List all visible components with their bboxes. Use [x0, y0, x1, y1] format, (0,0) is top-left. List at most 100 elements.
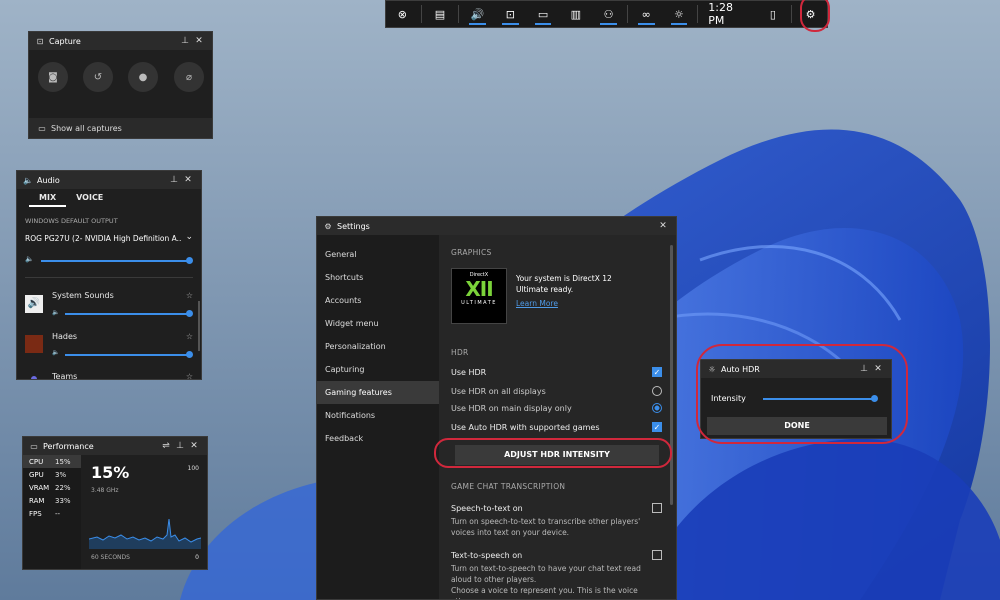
chevron-down-icon[interactable]: ⌄ [185, 232, 193, 242]
stat-vram[interactable]: VRAM 22% [23, 481, 81, 494]
audio-tabs: MIX VOICE [17, 189, 201, 207]
speech-to-text-checkbox[interactable] [652, 503, 662, 513]
show-all-captures-link[interactable]: ▭ Show all captures [29, 118, 212, 138]
adjust-hdr-highlight-circle [434, 438, 672, 468]
mic-toggle-button[interactable]: ⌀ [174, 62, 204, 92]
app-volume-knob[interactable] [186, 310, 193, 317]
stat-value: 15% [55, 457, 71, 466]
app-name: System Sounds [52, 291, 114, 300]
pin-icon[interactable]: ⊥ [178, 36, 192, 46]
app-name: Hades [52, 332, 78, 341]
close-icon[interactable]: ✕ [656, 221, 670, 231]
stat-fps[interactable]: FPS -- [23, 507, 81, 520]
auto-hdr-checkbox[interactable]: ✓ [652, 422, 662, 432]
performance-title: Performance [43, 441, 94, 451]
screenshot-button[interactable]: ◙ [38, 62, 68, 92]
dx-logo-bottom: ULTIMATE [461, 300, 497, 306]
resources-widget-button[interactable]: ▥ [559, 1, 592, 27]
text-to-speech-label: Text-to-speech on [451, 550, 523, 560]
scrollbar[interactable] [670, 245, 673, 505]
cpu-usage-graph [89, 518, 201, 549]
text-to-speech-row: Text-to-speech on [451, 550, 662, 560]
settings-titlebar: ⚙ Settings ✕ [317, 217, 676, 235]
record-last-30-button[interactable]: ↺ [83, 62, 113, 92]
settings-icon: ⚙ [324, 221, 332, 231]
auto-hdr-button[interactable]: ☼ [663, 1, 696, 27]
favorite-star-icon[interactable]: ☆ [186, 291, 193, 300]
nav-notifications[interactable]: Notifications [317, 404, 439, 427]
text-to-speech-checkbox[interactable] [652, 550, 662, 560]
looking-for-group-button[interactable]: ∞ [630, 1, 663, 27]
nav-general[interactable]: General [317, 243, 439, 266]
tab-voice[interactable]: VOICE [66, 189, 113, 207]
volume-icon: 🔈 [25, 255, 34, 263]
text-to-speech-desc-2: Choose a voice to represent you. This is… [451, 586, 638, 599]
stat-label: RAM [29, 496, 45, 505]
capture-icon: ⊡ [505, 7, 515, 21]
stat-label: FPS [29, 509, 42, 518]
nav-shortcuts[interactable]: Shortcuts [317, 266, 439, 289]
stat-value: 22% [55, 483, 71, 492]
divider [791, 5, 793, 23]
tab-mix[interactable]: MIX [29, 189, 67, 207]
xbox-button[interactable]: ⊗ [386, 1, 419, 27]
record-last-icon: ↺ [93, 71, 103, 83]
capture-widget: ⊡ Capture ⊥ ✕ ◙ ↺ ● ⌀ ▭ Show all capture… [28, 31, 213, 139]
volume-icon: 🔈 [52, 309, 60, 316]
master-volume-knob[interactable] [186, 257, 193, 264]
nav-widget-menu[interactable]: Widget menu [317, 312, 439, 335]
stat-gpu[interactable]: GPU 3% [23, 468, 81, 481]
xbox-social-button[interactable]: ⚇ [592, 1, 625, 27]
audio-widget-button[interactable]: 🔊 [461, 1, 494, 27]
performance-widget: ▭ Performance ⇌ ⊥ ✕ CPU 15% GPU 3% VRAM 22%… [22, 436, 208, 570]
app-volume-slider[interactable] [65, 313, 189, 315]
favorite-star-icon[interactable]: ☆ [186, 372, 193, 379]
close-icon[interactable]: ✕ [187, 441, 201, 451]
output-device-select[interactable]: ROG PG27U (2- NVIDIA High Definition A..… [25, 234, 181, 243]
close-icon[interactable]: ✕ [181, 175, 195, 185]
gallery-icon: ▭ [38, 123, 46, 133]
scrollbar[interactable] [198, 301, 200, 351]
auto-hdr-icon: ☼ [674, 7, 684, 21]
clock: 1:28 PM [708, 1, 733, 27]
nav-capturing[interactable]: Capturing [317, 358, 439, 381]
stat-ram[interactable]: RAM 33% [23, 494, 81, 507]
stat-label: CPU [29, 457, 44, 466]
app-volume-knob[interactable] [186, 351, 193, 358]
audio-title: Audio [37, 175, 60, 185]
stat-value: -- [55, 509, 61, 518]
widget-menu-icon: ▤ [434, 7, 446, 21]
mic-off-icon: ⌀ [185, 71, 193, 83]
stat-cpu[interactable]: CPU 15% [23, 455, 81, 468]
hdr-all-displays-radio[interactable] [652, 386, 662, 396]
capture-widget-button[interactable]: ⊡ [494, 1, 527, 27]
use-hdr-checkbox[interactable]: ✓ [652, 367, 662, 377]
capture-title: Capture [49, 36, 81, 46]
nav-gaming-features[interactable]: Gaming features [317, 381, 439, 404]
output-label: WINDOWS DEFAULT OUTPUT [25, 217, 118, 225]
looking-for-group-icon: ∞ [641, 7, 651, 21]
pin-icon[interactable]: ⊥ [173, 441, 187, 451]
close-icon[interactable]: ✕ [192, 36, 206, 46]
cpu-clock: 3.48 GHz [91, 487, 119, 494]
performance-widget-button[interactable]: ▭ [527, 1, 560, 27]
options-icon[interactable]: ⇌ [159, 441, 173, 451]
divider [697, 5, 699, 23]
teams-icon [31, 376, 37, 379]
settings-window: ⚙ Settings ✕ General Shortcuts Accounts … [316, 216, 677, 600]
hdr-main-display-radio[interactable] [652, 403, 662, 413]
start-recording-button[interactable]: ● [128, 62, 158, 92]
widget-menu-button[interactable]: ▤ [424, 1, 457, 27]
master-volume-slider[interactable] [41, 260, 189, 262]
nav-personalization[interactable]: Personalization [317, 335, 439, 358]
nav-feedback[interactable]: Feedback [317, 427, 439, 450]
pin-icon[interactable]: ⊥ [167, 175, 181, 185]
nav-accounts[interactable]: Accounts [317, 289, 439, 312]
hades-icon [25, 335, 43, 353]
app-volume-slider[interactable] [65, 354, 189, 356]
favorite-star-icon[interactable]: ☆ [186, 332, 193, 341]
learn-more-link[interactable]: Learn More [516, 299, 558, 308]
graph-min: 0 [195, 554, 199, 561]
speaker-icon: 🔈 [23, 175, 33, 185]
mouse-button[interactable]: ▯ [757, 1, 790, 27]
